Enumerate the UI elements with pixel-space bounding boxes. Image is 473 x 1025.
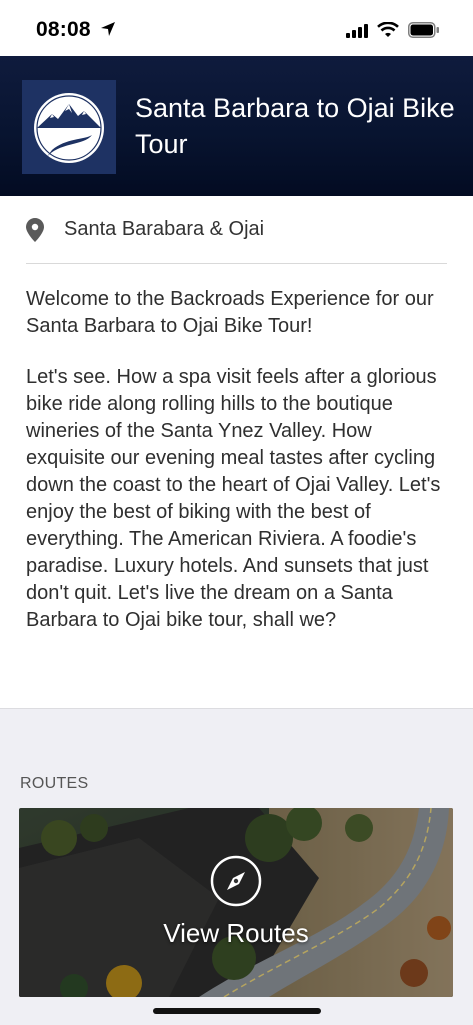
location-text: Santa Barabara & Ojai <box>64 218 265 240</box>
mountain-road-logo-icon <box>34 93 104 163</box>
tour-logo <box>22 80 116 174</box>
tour-description: Let's see. How a spa visit feels after a… <box>26 366 441 631</box>
map-pin-icon <box>26 218 44 242</box>
location-row: Santa Barabara & Ojai <box>26 196 447 264</box>
home-indicator[interactable] <box>153 1008 321 1014</box>
view-routes-card[interactable]: View Routes <box>19 808 453 997</box>
view-routes-label: View Routes <box>163 918 309 948</box>
tour-header: Santa Barbara to Ojai Bike Tour <box>0 56 473 196</box>
wifi-icon <box>377 22 399 37</box>
tour-title: Santa Barbara to Ojai Bike Tour <box>135 93 455 159</box>
routes-section-label: ROUTES <box>20 775 89 792</box>
intro-text: Welcome to the Backroads Experience for … <box>26 288 434 337</box>
location-arrow-icon <box>101 22 115 36</box>
compass-icon <box>210 855 262 907</box>
status-bar: 08:08 <box>0 0 473 56</box>
status-time: 08:08 <box>36 18 91 41</box>
cellular-signal-icon <box>346 24 368 38</box>
battery-icon <box>408 22 439 38</box>
routes-section: ROUTES View Routes <box>0 708 473 1025</box>
